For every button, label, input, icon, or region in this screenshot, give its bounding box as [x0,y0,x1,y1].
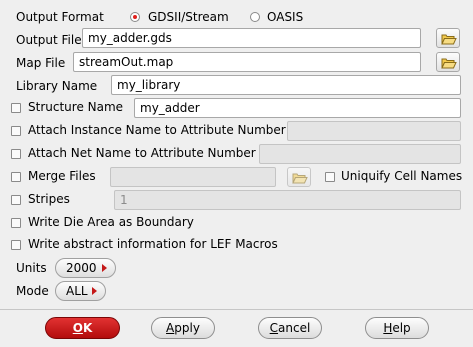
attach-net-input[interactable] [259,144,461,164]
die-area-label[interactable]: Write Die Area as Boundary [28,215,194,229]
stripes-checkbox[interactable] [11,195,21,205]
merge-files-input[interactable] [110,167,276,187]
units-value: 2000 [66,261,97,275]
gdsii-radio[interactable] [130,12,140,22]
help-button-mnemonic: H [383,321,393,335]
folder-open-icon [292,173,308,184]
die-area-checkbox[interactable] [11,218,21,228]
uniquify-checkbox[interactable] [325,172,335,182]
mode-dropdown[interactable]: ALL [55,281,106,301]
merge-files-checkbox[interactable] [11,172,21,182]
mode-value: ALL [66,284,88,298]
help-button[interactable]: Help [365,317,429,339]
footer-divider [0,309,473,310]
library-name-input[interactable]: my_library [111,75,461,95]
ok-button-label: K [82,321,93,335]
attach-instance-label[interactable]: Attach Instance Name to Attribute Number [28,123,286,137]
stripes-label[interactable]: Stripes [28,192,70,206]
attach-net-label[interactable]: Attach Net Name to Attribute Number [28,146,256,160]
merge-files-label[interactable]: Merge Files [28,169,96,183]
uniquify-label[interactable]: Uniquify Cell Names [341,169,462,183]
structure-name-checkbox[interactable] [11,103,21,113]
map-file-browse-button[interactable] [436,52,460,72]
map-file-input[interactable]: streamOut.map [73,52,421,72]
output-file-label: Output File [16,33,82,47]
cancel-button-mnemonic: C [269,321,279,335]
lef-abstract-label[interactable]: Write abstract information for LEF Macro… [28,237,278,251]
triangle-right-icon [92,287,97,295]
cancel-button-label: ancel [278,321,311,335]
attach-instance-input[interactable] [287,121,461,141]
lef-abstract-checkbox[interactable] [11,240,21,250]
ok-button[interactable]: OK [45,317,120,339]
library-name-label: Library Name [16,79,98,93]
attach-net-checkbox[interactable] [11,149,21,159]
oasis-radio-label[interactable]: OASIS [267,10,303,24]
cancel-button[interactable]: Cancel [258,317,322,339]
output-format-label: Output Format [16,10,104,24]
units-dropdown[interactable]: 2000 [55,258,116,278]
units-label: Units [16,261,47,275]
apply-button[interactable]: Apply [151,317,215,339]
output-file-browse-button[interactable] [436,28,460,48]
gdsii-radio-label[interactable]: GDSII/Stream [148,10,229,24]
help-button-label: elp [392,321,411,335]
attach-instance-checkbox[interactable] [11,126,21,136]
apply-button-label: pply [174,321,200,335]
merge-files-browse-button[interactable] [287,167,311,187]
structure-name-input[interactable]: my_adder [134,98,461,118]
triangle-right-icon [102,264,107,272]
mode-label: Mode [16,284,49,298]
folder-open-icon [441,58,457,69]
map-file-label: Map File [16,56,66,70]
structure-name-label[interactable]: Structure Name [28,100,123,114]
stripes-input[interactable]: 1 [114,190,461,210]
folder-open-icon [441,34,457,45]
ok-button-mnemonic: O [72,321,83,335]
oasis-radio[interactable] [250,12,260,22]
output-file-input[interactable]: my_adder.gds [82,28,421,48]
